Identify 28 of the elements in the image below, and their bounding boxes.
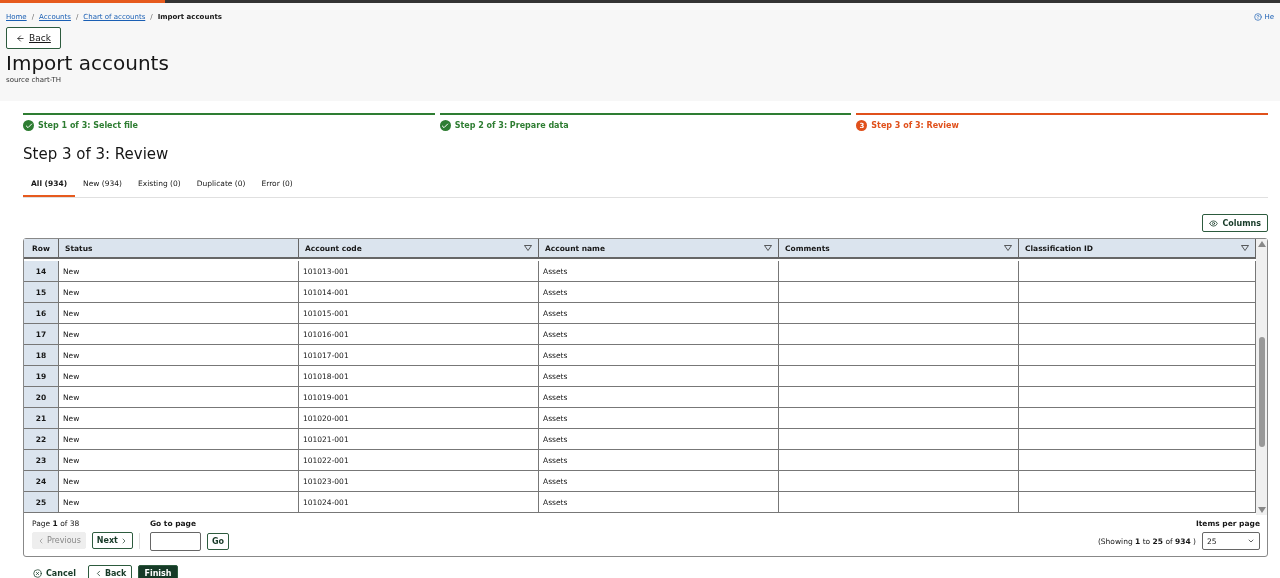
check-icon xyxy=(23,120,34,131)
scroll-down-icon[interactable] xyxy=(1257,507,1266,513)
filter-icon[interactable] xyxy=(764,245,772,251)
page-input[interactable] xyxy=(149,532,201,551)
columns-button[interactable]: Columns xyxy=(1202,214,1268,232)
check-icon xyxy=(439,120,451,131)
back-button[interactable]: Back xyxy=(6,27,61,49)
filter-icon[interactable] xyxy=(1004,245,1012,251)
step-label: Step 3 of 3: Review xyxy=(871,121,959,130)
step-label: Step 2 of 3: Prepare data xyxy=(454,121,569,130)
close-icon xyxy=(33,569,42,578)
step-label: Step 1 of 3: Select file xyxy=(38,121,138,130)
step-title: Step 3 of 3: Review xyxy=(23,145,170,163)
filter-icon[interactable] xyxy=(1241,245,1249,251)
eye-icon xyxy=(1209,218,1219,228)
chevron-left-icon xyxy=(37,536,45,545)
next-button[interactable]: Next xyxy=(91,532,133,549)
back-button[interactable]: Back xyxy=(87,565,133,578)
scrollbar[interactable] xyxy=(1256,239,1267,515)
page-title: Import accounts xyxy=(6,51,170,75)
scroll-up-icon[interactable] xyxy=(1257,241,1266,247)
finish-button[interactable]: Finish xyxy=(138,565,178,578)
cancel-button[interactable]: Cancel xyxy=(27,568,82,578)
chevron-down-icon xyxy=(1247,537,1255,545)
arrow-left-icon xyxy=(16,33,25,43)
filter-icon[interactable] xyxy=(524,245,532,251)
help-icon xyxy=(1254,13,1263,21)
go-button[interactable]: Go xyxy=(206,533,229,550)
